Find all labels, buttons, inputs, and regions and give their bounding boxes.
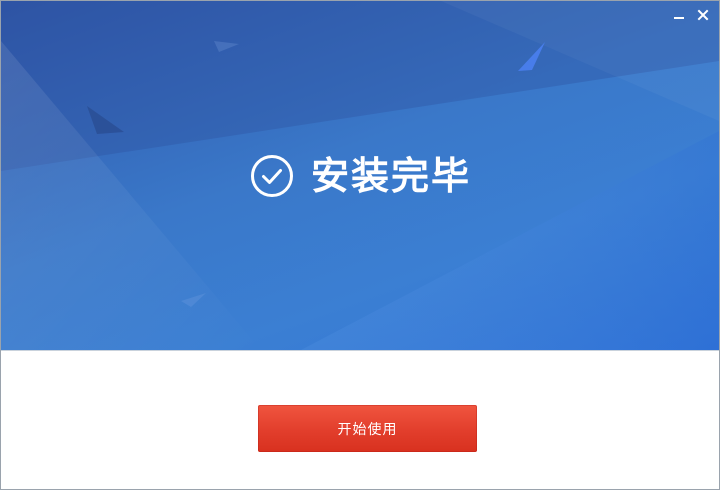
close-icon — [697, 9, 709, 21]
minimize-button[interactable] — [671, 7, 687, 23]
minimize-icon — [674, 17, 684, 19]
window-controls — [671, 7, 711, 23]
start-using-button[interactable]: 开始使用 — [258, 405, 477, 452]
check-circle-icon — [251, 155, 293, 197]
completion-title: 安装完毕 — [311, 154, 472, 198]
completion-headline: 安装完毕 — [249, 153, 471, 199]
section-divider — [1, 350, 719, 351]
close-button[interactable] — [695, 7, 711, 23]
installer-window: 安装完毕 开始使用 — [0, 0, 720, 490]
completion-banner: 安装完毕 — [1, 1, 719, 350]
